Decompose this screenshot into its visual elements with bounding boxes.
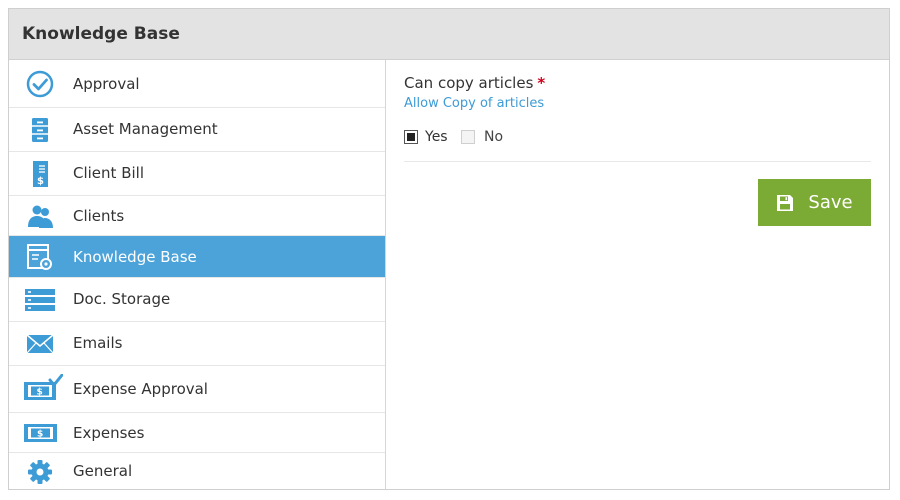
field-label: Can copy articles * (404, 74, 545, 92)
doc-storage-icon (25, 289, 55, 311)
client-bill-icon: $ (33, 161, 48, 187)
settings-panel: Knowledge Base Approval Asset Management (8, 8, 890, 490)
sidebar-item-label: Asset Management (73, 120, 218, 138)
option-yes-label: Yes (425, 129, 448, 145)
sidebar-item-label: General (73, 462, 133, 480)
sidebar-item-label: Clients (73, 207, 125, 225)
sidebar-item-expense-approval[interactable]: $ Expense Approval (9, 366, 385, 413)
sidebar-item-client-bill[interactable]: $ Client Bill (9, 152, 385, 196)
sidebar-item-label: Expense Approval (73, 380, 208, 398)
required-mark: * (537, 74, 546, 92)
clients-icon (28, 205, 53, 228)
yes-checkbox[interactable] (404, 130, 418, 144)
expense-approval-icon: $ (24, 374, 63, 400)
sidebar-item-expenses[interactable]: $ Expenses (9, 413, 385, 453)
field-label-text: Can copy articles (404, 74, 534, 92)
svg-text:$: $ (37, 388, 43, 398)
sidebar-item-label: Client Bill (73, 164, 144, 182)
save-button[interactable]: Save (758, 179, 871, 226)
no-checkbox[interactable] (461, 130, 475, 144)
sidebar-item-clients[interactable]: Clients (9, 196, 385, 236)
field-help-text: Allow Copy of articles (404, 96, 545, 111)
settings-sidebar: Approval Asset Management $ Client Bill (9, 60, 386, 490)
sidebar-item-label: Knowledge Base (73, 248, 197, 266)
sidebar-item-asset-management[interactable]: Asset Management (9, 108, 385, 152)
sidebar-item-label: Expenses (73, 424, 145, 442)
option-no[interactable]: No (461, 129, 503, 145)
sidebar-item-doc-storage[interactable]: Doc. Storage (9, 278, 385, 322)
svg-text:$: $ (37, 430, 43, 440)
sidebar-item-label: Approval (73, 75, 140, 93)
divider (404, 161, 871, 162)
sidebar-item-label: Doc. Storage (73, 290, 171, 308)
email-envelope-icon (26, 334, 54, 354)
svg-text:$: $ (37, 176, 44, 187)
option-yes[interactable]: Yes (404, 129, 448, 145)
approval-check-icon (26, 70, 54, 98)
sidebar-item-emails[interactable]: Emails (9, 322, 385, 366)
option-no-label: No (484, 129, 504, 145)
general-gear-icon (28, 460, 52, 484)
sidebar-item-general[interactable]: General (9, 453, 385, 490)
knowledge-base-icon (27, 244, 52, 270)
sidebar-item-knowledge-base[interactable]: Knowledge Base (9, 236, 385, 278)
sidebar-item-label: Emails (73, 334, 123, 352)
sidebar-item-approval[interactable]: Approval (9, 60, 385, 108)
panel-header: Knowledge Base (9, 9, 889, 60)
panel-title: Knowledge Base (22, 24, 180, 44)
floppy-disk-icon (777, 194, 794, 211)
settings-content: Can copy articles * Allow Copy of article… (386, 60, 890, 490)
expenses-money-icon: $ (24, 424, 57, 442)
save-button-label: Save (808, 192, 853, 213)
asset-cabinet-icon (32, 118, 48, 142)
